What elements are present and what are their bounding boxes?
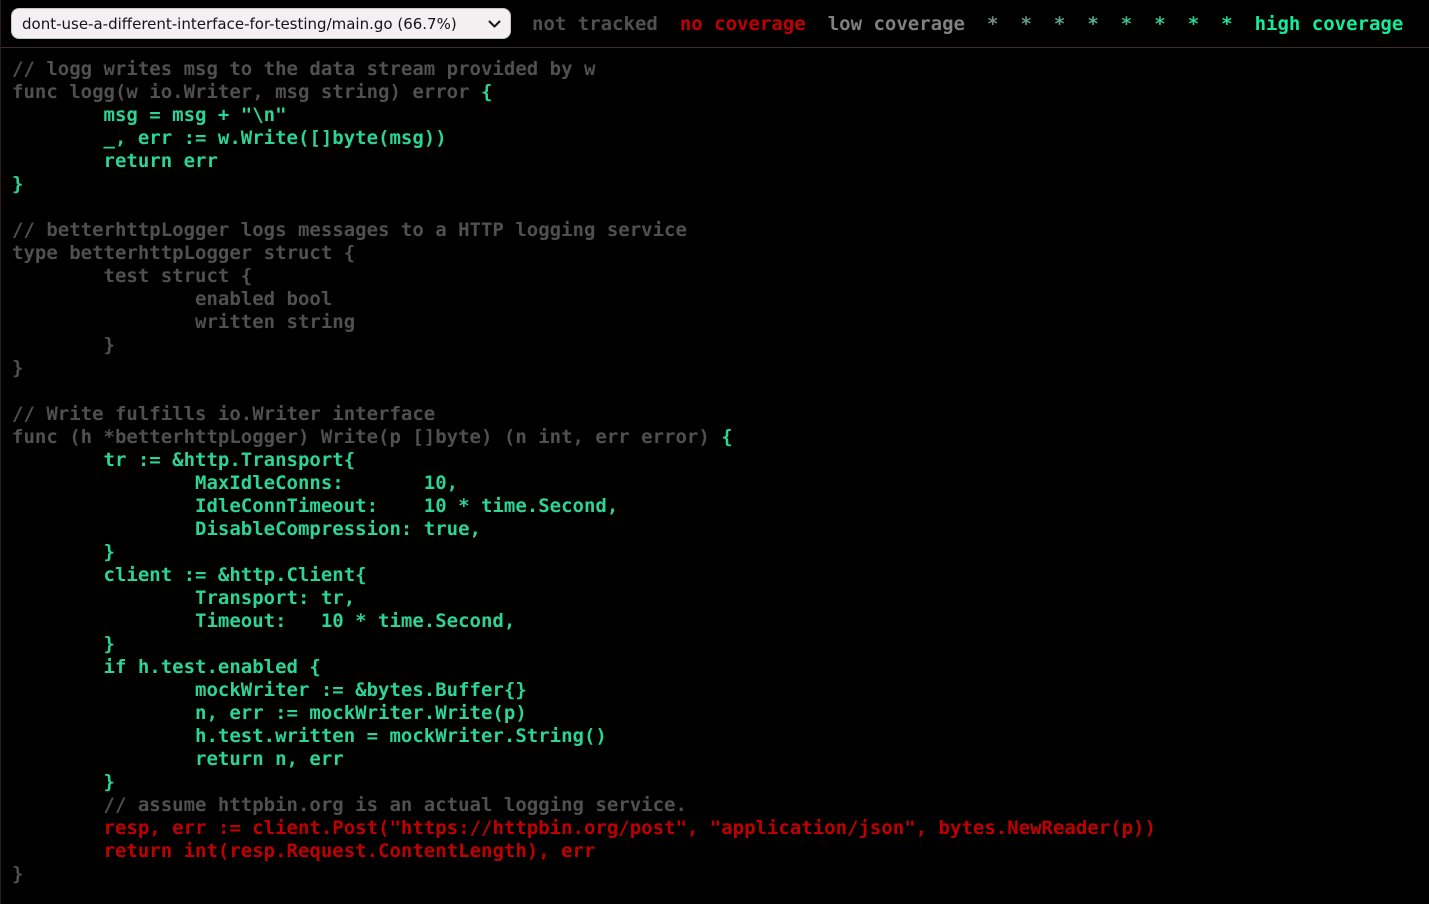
code-segment-norm: // Write fulfills io.Writer interface [12, 403, 435, 425]
code-segment-norm: // assume httpbin.org is an actual loggi… [12, 794, 687, 816]
code-line: if h.test.enabled { [12, 656, 321, 678]
code-segment-cov8: MaxIdleConns: 10, [12, 472, 458, 494]
code-line: Transport: tr, [12, 587, 355, 609]
code-segment-cov8: h.test.written = mockWriter.String() [12, 725, 607, 747]
code-line: } [12, 357, 23, 379]
code-line: } [12, 633, 115, 655]
file-selector[interactable]: dont-use-a-different-interface-for-testi… [11, 8, 511, 39]
code-segment-cov8: } [12, 771, 115, 793]
code-line: MaxIdleConns: 10, [12, 472, 458, 494]
code-segment-cov8: mockWriter := &bytes.Buffer{} [12, 679, 527, 701]
legend-high-coverage: high coverage [1255, 13, 1404, 35]
legend-not-tracked: not tracked [532, 13, 658, 35]
code-line: type betterhttpLogger struct { [12, 242, 355, 264]
source-code: // logg writes msg to the data stream pr… [12, 58, 1429, 886]
code-segment-norm: func logg(w io.Writer, msg string) error [12, 81, 481, 103]
code-line: } [12, 771, 115, 793]
code-segment-cov8: _, err := w.Write([]byte(msg)) [12, 127, 447, 149]
code-segment-cov0: return int(resp.Request.ContentLength), … [104, 840, 596, 862]
code-line: return err [12, 150, 218, 172]
code-line: } [12, 334, 115, 356]
code-segment-cov8: client := &http.Client{ [12, 564, 367, 586]
code-segment-norm: } [12, 357, 23, 379]
code-line: // logg writes msg to the data stream pr… [12, 58, 595, 80]
legend-cov2-star: * [987, 13, 998, 35]
code-segment-norm: // logg writes msg to the data stream pr… [12, 58, 595, 80]
code-line: Timeout: 10 * time.Second, [12, 610, 515, 632]
code-line: n, err := mockWriter.Write(p) [12, 702, 527, 724]
code-segment-cov8: } [12, 541, 115, 563]
code-line: h.test.written = mockWriter.String() [12, 725, 607, 747]
legend-cov6-star: * [1121, 13, 1132, 35]
code-line: tr := &http.Transport{ [12, 449, 355, 471]
code-segment-cov8: return err [12, 150, 218, 172]
code-line: test struct { [12, 265, 252, 287]
code-line: // assume httpbin.org is an actual loggi… [12, 794, 687, 816]
code-segment-cov8: } [12, 173, 23, 195]
code-segment-norm: written string [12, 311, 355, 333]
code-segment-norm [12, 840, 104, 862]
code-segment-cov8: return n, err [12, 748, 344, 770]
legend-cov9-star: * [1221, 13, 1232, 35]
code-segment-cov8: { [721, 426, 732, 448]
code-line: } [12, 863, 23, 885]
code-line: return n, err [12, 748, 344, 770]
coverage-report-page: dont-use-a-different-interface-for-testi… [0, 0, 1429, 904]
code-line: written string [12, 311, 355, 333]
code-line: msg = msg + "\n" [12, 104, 287, 126]
code-segment-cov8: tr := &http.Transport{ [12, 449, 355, 471]
legend-low-coverage: low coverage [828, 13, 965, 35]
legend-cov8-star: * [1188, 13, 1199, 35]
code-line: // betterhttpLogger logs messages to a H… [12, 219, 687, 241]
code-segment-norm: type betterhttpLogger struct { [12, 242, 355, 264]
code-segment-cov0: resp, err := client.Post("https://httpbi… [104, 817, 1156, 839]
code-line: resp, err := client.Post("https://httpbi… [12, 817, 1156, 839]
code-line: } [12, 173, 23, 195]
code-line: } [12, 541, 115, 563]
code-segment-norm: } [12, 863, 23, 885]
code-segment-cov8: msg = msg + "\n" [12, 104, 287, 126]
code-segment-norm: enabled bool [12, 288, 332, 310]
code-segment-norm: test struct { [12, 265, 252, 287]
code-segment-cov8: if h.test.enabled { [12, 656, 321, 678]
code-segment-cov8: { [481, 81, 492, 103]
code-line: func logg(w io.Writer, msg string) error… [12, 81, 492, 103]
code-segment-cov8: Transport: tr, [12, 587, 355, 609]
content: // logg writes msg to the data stream pr… [1, 58, 1429, 886]
code-line: client := &http.Client{ [12, 564, 367, 586]
code-line: return int(resp.Request.ContentLength), … [12, 840, 595, 862]
legend-cov7-star: * [1154, 13, 1165, 35]
legend-no-coverage: no coverage [680, 13, 806, 35]
code-segment-norm: } [12, 334, 115, 356]
code-line: // Write fulfills io.Writer interface [12, 403, 435, 425]
code-segment-cov8: IdleConnTimeout: 10 * time.Second, [12, 495, 618, 517]
legend-cov3-star: * [1020, 13, 1031, 35]
code-line: func (h *betterhttpLogger) Write(p []byt… [12, 426, 733, 448]
code-segment-norm: func (h *betterhttpLogger) Write(p []byt… [12, 426, 721, 448]
code-line: mockWriter := &bytes.Buffer{} [12, 679, 527, 701]
legend-cov4-star: * [1054, 13, 1065, 35]
code-line: enabled bool [12, 288, 332, 310]
code-segment-cov8: n, err := mockWriter.Write(p) [12, 702, 527, 724]
topbar: dont-use-a-different-interface-for-testi… [1, 0, 1429, 48]
code-segment-norm [12, 817, 104, 839]
coverage-legend: not tracked no coverage low coverage * * * * * *… [511, 13, 1414, 35]
code-line: DisableCompression: true, [12, 518, 481, 540]
legend-cov5-star: * [1087, 13, 1098, 35]
code-segment-cov8: Timeout: 10 * time.Second, [12, 610, 515, 632]
code-line: _, err := w.Write([]byte(msg)) [12, 127, 447, 149]
file-select-wrap: dont-use-a-different-interface-for-testi… [11, 8, 511, 39]
code-segment-cov8: } [12, 633, 115, 655]
code-segment-cov8: DisableCompression: true, [12, 518, 481, 540]
code-line: IdleConnTimeout: 10 * time.Second, [12, 495, 618, 517]
code-segment-norm: // betterhttpLogger logs messages to a H… [12, 219, 687, 241]
